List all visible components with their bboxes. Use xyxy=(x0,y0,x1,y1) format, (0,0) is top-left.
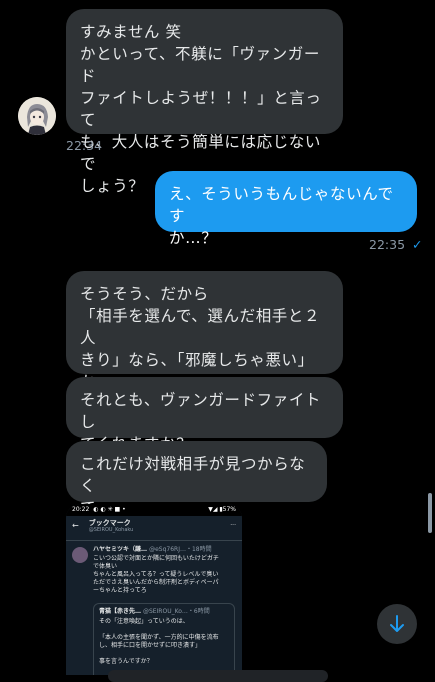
attachment-title: ブックマーク xyxy=(88,518,131,527)
message-bubble-received[interactable]: それとも、ヴァンガードファイトし てくれますか？ xyxy=(66,377,343,453)
status-icons: ◐ ◐ ✳ ■ • xyxy=(93,506,126,513)
attachment-tweet: ハヤセミツキ（謙… @eSq76RJ…・18時間 こいつ公認で対面とか隣に何回も… xyxy=(66,540,242,675)
timestamp-text: 22:35 xyxy=(369,237,406,252)
status-battery: ▼◢ ▮57% xyxy=(208,506,236,513)
scroll-to-bottom-button[interactable] xyxy=(377,604,417,644)
tweet-avatar xyxy=(72,547,88,563)
attachment-header: ← ブックマーク @SEIROU_Kohaku ··· xyxy=(66,516,242,536)
quote-body: その「注意喚起」っていうのは、 「本人の主張を聞かず、一方的に中傷を流布 し、相… xyxy=(99,618,219,665)
timestamp: 22:34 xyxy=(66,138,103,153)
quote-handle: @SEIROU_Ko…・6時間 xyxy=(142,608,210,615)
status-time: 20:22 xyxy=(72,506,90,513)
tweet-body: こいつ公認で対面とか隣に何回もいたけどガチ で体臭い ちゃんと風呂入ってる？って… xyxy=(93,555,219,594)
scrollbar[interactable] xyxy=(428,493,432,533)
quoted-tweet: 青猫【赤き先… @SEIROU_Ko…・6時間 その「注意喚起」っていうのは、 … xyxy=(93,603,235,675)
message-bubble-sent[interactable]: え、そういうもんじゃないんです か…？ xyxy=(155,171,417,247)
message-bubble-received[interactable]: これだけ対戦相手が見つからなく て、 xyxy=(66,441,327,517)
read-receipt-icon: ✓ xyxy=(412,237,423,252)
attachment-subtitle: @SEIROU_Kohaku xyxy=(88,526,134,533)
timestamp: 22:35 ✓ xyxy=(369,237,423,252)
arrow-down-icon xyxy=(390,615,404,632)
quote-author: 青猫【赤き先… @SEIROU_Ko…・6時間 xyxy=(99,608,210,616)
back-arrow-icon: ← xyxy=(72,521,79,530)
attachment-status-bar: 20:22 ◐ ◐ ✳ ■ • ▼◢ ▮57% xyxy=(66,504,242,516)
quote-name: 青猫【赤き先… xyxy=(99,608,142,615)
avatar-image xyxy=(18,97,56,135)
tweet-name: ハヤセミツキ（謙… xyxy=(93,546,148,553)
tweet-handle: @eSq76RJ…・18時間 xyxy=(149,546,212,553)
tweet-author: ハヤセミツキ（謙… @eSq76RJ…・18時間 xyxy=(93,546,212,554)
message-composer[interactable] xyxy=(108,670,328,682)
avatar[interactable] xyxy=(18,97,56,135)
message-bubble-received[interactable]: すみません 笑 かといって、不躾に「ヴァンガード ファイトしようぜ！！！」と言っ… xyxy=(66,9,343,195)
message-bubble-received[interactable]: そうそう、だから 「相手を選んで、選んだ相手と２人 きり」なら、「邪魔しちゃ悪い… xyxy=(66,271,343,413)
more-icon: ··· xyxy=(230,522,236,529)
image-attachment[interactable]: 20:22 ◐ ◐ ✳ ■ • ▼◢ ▮57% ← ブックマーク @SEIROU… xyxy=(66,504,242,675)
